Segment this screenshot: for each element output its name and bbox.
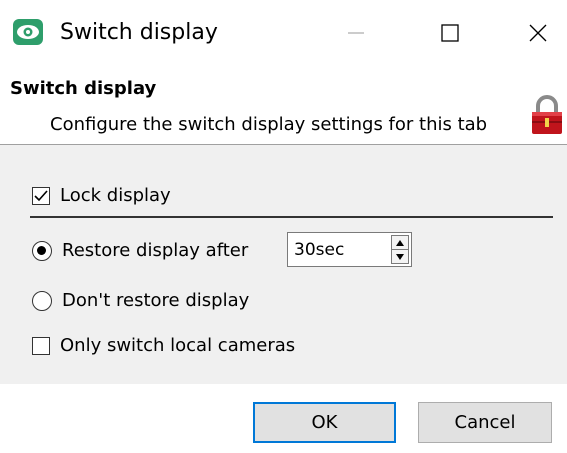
maximize-icon: [441, 24, 459, 42]
radio-selected-dot: [37, 245, 46, 255]
only-local-option[interactable]: Only switch local cameras: [32, 335, 295, 356]
title-bar: Switch display: [0, 0, 567, 66]
settings-panel: Lock display Restore display after Don't…: [0, 144, 567, 385]
lock-display-label: Lock display: [60, 185, 171, 206]
spin-down-button[interactable]: [392, 250, 408, 263]
only-local-checkbox[interactable]: [32, 336, 50, 355]
restore-after-label: Restore display after: [62, 240, 249, 261]
dont-restore-label: Don't restore display: [62, 290, 250, 311]
only-local-label: Only switch local cameras: [60, 335, 296, 356]
spin-buttons: [391, 235, 409, 264]
dont-restore-option[interactable]: Don't restore display: [32, 290, 249, 311]
header-description: Configure the switch display settings fo…: [50, 114, 488, 135]
restore-delay-spinbox[interactable]: 30sec: [287, 232, 412, 267]
arrow-down-icon: [396, 253, 404, 260]
restore-delay-value[interactable]: 30sec: [294, 240, 344, 260]
maximize-button[interactable]: [420, 0, 480, 66]
window-title: Switch display: [60, 20, 218, 45]
checkmark-icon: [34, 189, 48, 201]
ok-button[interactable]: OK: [253, 402, 396, 443]
header-title: Switch display: [10, 78, 157, 99]
minimize-button[interactable]: [326, 0, 386, 66]
spin-up-button[interactable]: [392, 236, 408, 249]
separator-line: [30, 216, 553, 218]
padlock-icon: [532, 95, 562, 134]
eye-icon: [13, 19, 43, 45]
lock-display-checkbox[interactable]: [32, 186, 50, 205]
close-icon: [529, 24, 547, 42]
lock-display-option[interactable]: Lock display: [32, 185, 171, 206]
cancel-button[interactable]: Cancel: [418, 402, 552, 443]
close-button[interactable]: [508, 0, 567, 66]
dont-restore-radio[interactable]: [32, 290, 52, 311]
arrow-up-icon: [396, 239, 404, 246]
restore-after-radio[interactable]: [32, 240, 52, 261]
minimize-icon: [348, 32, 364, 34]
restore-after-option[interactable]: Restore display after: [32, 240, 248, 261]
